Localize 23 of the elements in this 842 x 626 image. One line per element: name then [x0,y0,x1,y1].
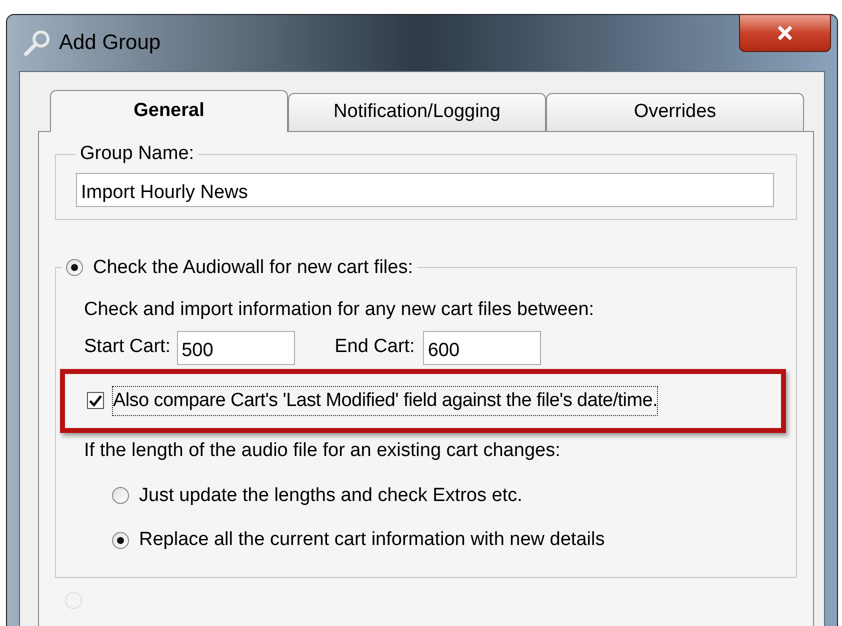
text-field[interactable]: 600 [422,330,541,364]
checkbox[interactable] [87,392,104,410]
check-icon [89,394,102,407]
field-label: Start Cart: [84,335,171,360]
intro-text: Check and import information for any new cart files between: [84,298,596,322]
radio-label: Just update the lengths and check Extros etc. [139,484,522,508]
checkbox-label: Also compare Cart's 'Last Modified' field against the file's date/time. [112,386,658,416]
radio-label: Check the Audiowall for new cart files: [93,256,413,280]
radio-button[interactable] [112,532,129,549]
prompt-text: If the length of the audio file for an existing cart changes: [84,439,562,463]
group-label: Group Name: [79,142,196,166]
field-label: End Cart: [334,335,415,360]
radio-button[interactable] [66,259,83,276]
close-icon [776,25,794,41]
window-title: Add Group [59,30,161,56]
text-field[interactable]: 500 [176,330,295,364]
text-field[interactable]: Import Hourly News [76,172,774,206]
radio-label: Replace all the current cart information with new details [139,528,605,552]
tab[interactable]: Notification/Logging [288,93,546,131]
tab[interactable]: Overrides [546,93,804,131]
close-button[interactable] [739,14,831,52]
tab[interactable]: General [50,90,288,132]
radio-button[interactable] [112,487,129,504]
